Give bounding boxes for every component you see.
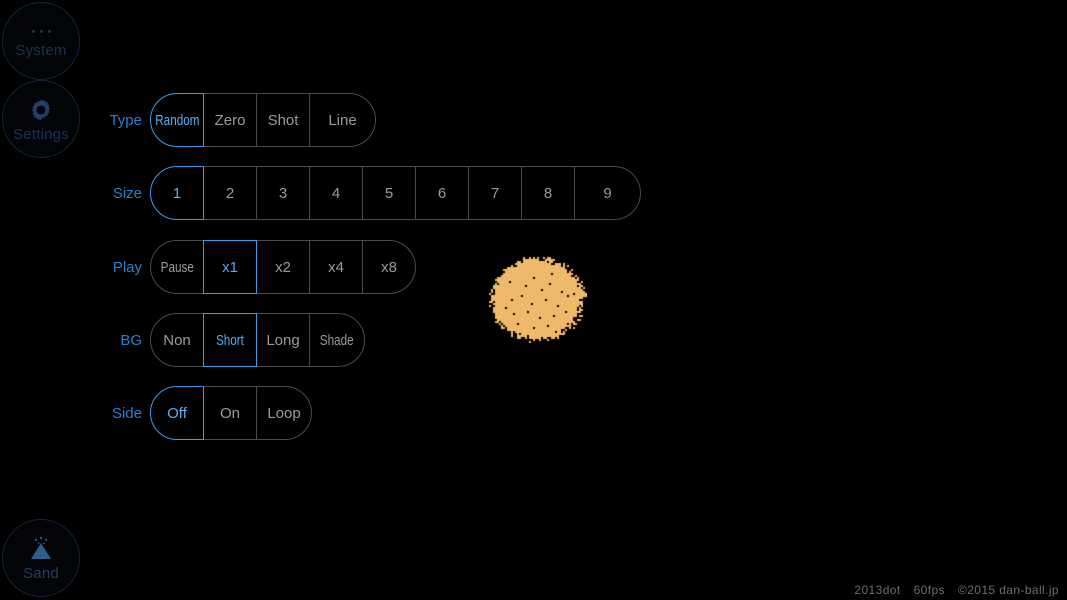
seg-button-label: Non (163, 331, 191, 349)
seg-button-bg-short[interactable]: Short (203, 313, 257, 367)
control-row-type: Type Random Zero Shot Line (96, 93, 376, 147)
settings-button[interactable]: Settings (2, 80, 80, 158)
seg-button-label: x1 (222, 258, 238, 276)
seg-button-label: x2 (275, 258, 291, 276)
segmented-control-play: Pause x1 x2 x4 x8 (150, 240, 416, 294)
control-row-bg: BG Non Short Long Shade (96, 313, 365, 367)
seg-button-side-on[interactable]: On (203, 386, 257, 440)
row-label-play: Play (112, 258, 142, 276)
segmented-control-side: Off On Loop (150, 386, 312, 440)
system-button-label: System (15, 41, 67, 59)
seg-button-size-9[interactable]: 9 (574, 166, 641, 220)
seg-button-size-4[interactable]: 4 (309, 166, 363, 220)
sand-button-label: Sand (23, 564, 59, 582)
settings-button-label: Settings (13, 125, 69, 143)
control-row-play: Play Pause x1 x2 x4 x8 (96, 240, 416, 294)
seg-button-size-1[interactable]: 1 (150, 166, 204, 220)
seg-button-play-pause[interactable]: Pause (150, 240, 204, 294)
control-row-size: Size 1 2 3 4 5 6 7 8 9 (96, 166, 641, 220)
seg-button-type-random[interactable]: Random (150, 93, 204, 147)
seg-button-label: 1 (172, 184, 182, 202)
seg-button-label: x8 (381, 258, 397, 276)
seg-button-label: Pause (160, 258, 194, 276)
seg-button-label: 7 (490, 184, 500, 202)
particle-canvas[interactable] (487, 255, 587, 343)
seg-button-label: Random (154, 111, 200, 129)
seg-button-play-x8[interactable]: x8 (362, 240, 416, 294)
segmented-control-type: Random Zero Shot Line (150, 93, 376, 147)
seg-button-label: Off (167, 404, 187, 422)
seg-button-side-off[interactable]: Off (150, 386, 204, 440)
seg-button-bg-long[interactable]: Long (256, 313, 310, 367)
seg-button-type-line[interactable]: Line (309, 93, 376, 147)
seg-button-size-8[interactable]: 8 (521, 166, 575, 220)
seg-button-play-x2[interactable]: x2 (256, 240, 310, 294)
seg-button-label: Shade (320, 331, 354, 349)
seg-button-label: 2 (225, 184, 235, 202)
segmented-control-size: 1 2 3 4 5 6 7 8 9 (150, 166, 641, 220)
sand-particle-cluster (487, 255, 587, 343)
seg-button-size-7[interactable]: 7 (468, 166, 522, 220)
three-dots-icon (31, 25, 51, 39)
segmented-control-bg: Non Short Long Shade (150, 313, 365, 367)
seg-button-label: 3 (278, 184, 288, 202)
seg-button-type-shot[interactable]: Shot (256, 93, 310, 147)
control-row-side: Side Off On Loop (96, 386, 312, 440)
seg-button-label: Short (216, 331, 244, 349)
seg-button-label: 5 (384, 184, 394, 202)
seg-button-label: 4 (331, 184, 341, 202)
sand-pile-icon (24, 536, 58, 562)
seg-button-label: 8 (543, 184, 553, 202)
gear-icon (28, 97, 54, 123)
seg-button-size-3[interactable]: 3 (256, 166, 310, 220)
seg-button-size-2[interactable]: 2 (203, 166, 257, 220)
seg-button-side-loop[interactable]: Loop (256, 386, 312, 440)
seg-button-label: 9 (603, 184, 612, 202)
seg-button-label: 6 (437, 184, 447, 202)
seg-button-label: On (219, 404, 240, 422)
app-root: System Settings Sand Type Random Zero Sh… (0, 0, 1067, 600)
seg-button-label: Zero (214, 111, 246, 129)
seg-button-label: Line (328, 111, 357, 129)
seg-button-play-x1[interactable]: x1 (203, 240, 257, 294)
status-fps: 60fps (913, 583, 945, 597)
seg-button-label: Loop (267, 404, 301, 422)
row-label-type: Type (109, 111, 142, 129)
seg-button-play-x4[interactable]: x4 (309, 240, 363, 294)
seg-button-size-6[interactable]: 6 (415, 166, 469, 220)
row-label-size: Size (112, 184, 142, 202)
seg-button-bg-non[interactable]: Non (150, 313, 204, 367)
row-label-side: Side (111, 404, 142, 422)
status-bar: 2013dot 60fps ©2015 dan-ball.jp (854, 583, 1059, 597)
seg-button-bg-shade[interactable]: Shade (309, 313, 365, 367)
seg-button-label: Shot (267, 111, 299, 129)
sand-material-button[interactable]: Sand (2, 519, 80, 597)
seg-button-label: Long (266, 331, 300, 349)
seg-button-size-5[interactable]: 5 (362, 166, 416, 220)
status-resolution: 2013dot (854, 583, 901, 597)
row-label-bg: BG (120, 331, 142, 349)
system-button[interactable]: System (2, 2, 80, 80)
seg-button-label: x4 (328, 258, 344, 276)
status-copyright: ©2015 dan-ball.jp (957, 583, 1059, 597)
seg-button-type-zero[interactable]: Zero (203, 93, 257, 147)
